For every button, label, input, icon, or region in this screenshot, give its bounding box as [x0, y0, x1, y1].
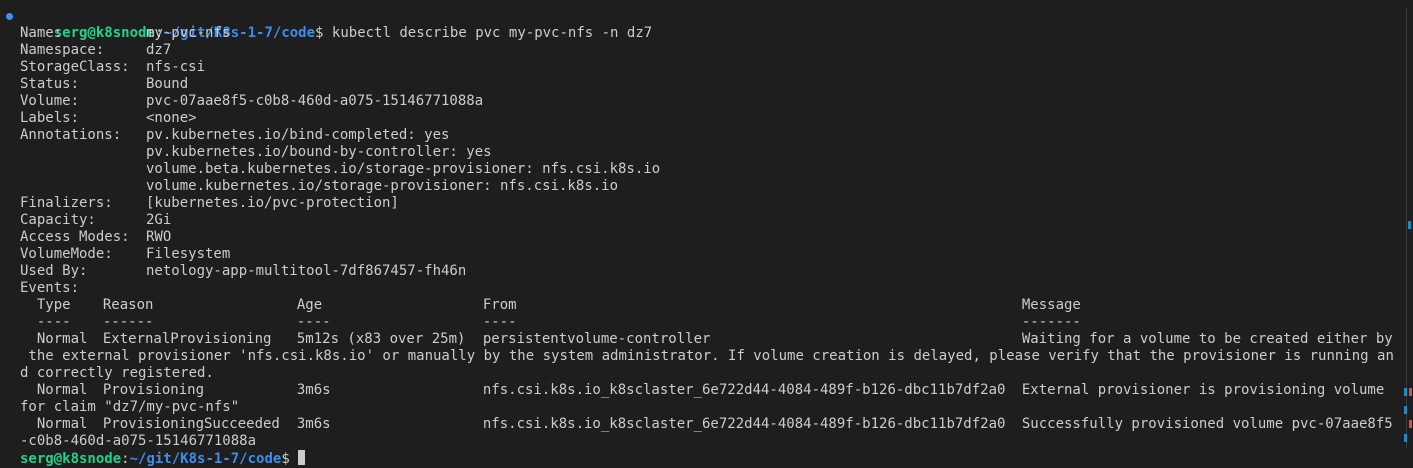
event-row: Normal Provisioning 3m6s nfs.csi.k8s.io_k8s…	[0, 382, 1398, 399]
events-dash-message: -------	[1021, 314, 1081, 330]
event-type: Normal	[36, 382, 88, 398]
events-dash-reason: ------	[102, 314, 154, 330]
field-value: netology-app-multitool-7df867457-fh46n	[146, 263, 467, 279]
describe-field-row: Name: my-pvc-nfs	[0, 25, 1398, 42]
event-message-continuation: for claim "dz7/my-pvc-nfs"	[20, 399, 240, 415]
events-table: Normal ExternalProvisioning 5m12s (x83 ove…	[0, 331, 1398, 450]
events-header-age: Age	[296, 297, 323, 313]
next-prompt-symbol: $	[281, 451, 290, 467]
describe-field-row: Namespace: dz7	[0, 42, 1398, 59]
field-value: Bound	[146, 76, 189, 92]
field-value: <none>	[146, 110, 197, 126]
describe-field-row: Events:	[0, 280, 1398, 297]
field-value: 2Gi	[146, 212, 172, 228]
describe-field-row: StorageClass: nfs-csi	[0, 59, 1398, 76]
scrollbar-track[interactable]	[1406, 8, 1407, 448]
describe-field-row: Capacity: 2Gi	[0, 212, 1398, 229]
describe-field-row: Volume: pvc-07aae8f5-c0b8-460d-a075-15146…	[0, 93, 1398, 110]
field-key: Namespace:	[20, 42, 105, 58]
event-row: Normal ExternalProvisioning 5m12s (x83 ove…	[0, 331, 1398, 348]
describe-field-row: Used By: netology-app-multitool-7df867457…	[0, 263, 1398, 280]
field-key: Status:	[20, 76, 80, 92]
field-value: volume.kubernetes.io/storage-provisioner…	[146, 178, 619, 194]
field-value: pv.kubernetes.io/bind-completed: yes	[146, 127, 450, 143]
field-key: Finalizers:	[20, 195, 113, 211]
field-value: volume.beta.kubernetes.io/storage-provis…	[146, 161, 661, 177]
describe-field-row: VolumeMode: Filesystem	[0, 246, 1398, 263]
event-from: nfs.csi.k8s.io_k8sclaster_6e722d44-4084-…	[482, 382, 1006, 398]
event-from: nfs.csi.k8s.io_k8sclaster_6e722d44-4084-…	[482, 416, 1006, 432]
event-reason: ExternalProvisioning	[102, 331, 272, 347]
events-dash-from: ----	[482, 314, 517, 330]
describe-field-row: volume.beta.kubernetes.io/storage-provis…	[0, 161, 1398, 178]
field-key: VolumeMode:	[20, 246, 113, 262]
event-message-continuation: -c0b8-460d-a075-15146771088a	[20, 433, 257, 449]
event-type: Normal	[36, 416, 88, 432]
command-line: serg@k8snode:~/git/K8s-1-7/code$ kubectl…	[0, 8, 1398, 41]
field-key: Annotations:	[20, 127, 122, 143]
field-key: Volume:	[20, 93, 80, 109]
event-age: 3m6s	[296, 416, 331, 432]
events-separator-row: ---- ------ ---- ---- -------	[0, 314, 1398, 331]
command-decoration-icon[interactable]	[6, 13, 13, 20]
describe-field-row: pv.kubernetes.io/bound-by-controller: ye…	[0, 144, 1398, 161]
event-type: Normal	[36, 331, 88, 347]
field-value: Filesystem	[146, 246, 231, 262]
next-prompt-path: ~/git/K8s-1-7/code	[129, 451, 282, 467]
field-value: [kubernetes.io/pvc-protection]	[146, 195, 399, 211]
event-message: External provisioner is provisioning vol…	[1021, 382, 1385, 398]
scroll-marker-command	[1408, 221, 1411, 229]
describe-field-row: Status: Bound	[0, 76, 1398, 93]
field-value: dz7	[146, 42, 172, 58]
event-message: Successfully provisioned volume pvc-07aa…	[1021, 416, 1393, 432]
describe-field-row: Access Modes: RWO	[0, 229, 1398, 246]
event-message-continuation: the external provisioner 'nfs.csi.k8s.io…	[20, 348, 1394, 364]
next-prompt-user-host: serg@k8snode	[20, 451, 122, 467]
field-value: pvc-07aae8f5-c0b8-460d-a075-15146771088a	[146, 93, 484, 109]
scroll-marker-info-2	[1404, 406, 1407, 414]
field-value: nfs-csi	[146, 59, 206, 75]
field-value: my-pvc-nfs	[146, 25, 231, 41]
describe-field-row: Labels: <none>	[0, 110, 1398, 127]
field-key: StorageClass:	[20, 59, 130, 75]
events-header-reason: Reason	[102, 297, 154, 313]
event-from: persistentvolume-controller	[482, 331, 711, 347]
field-value: RWO	[146, 229, 172, 245]
field-key: Labels:	[20, 110, 80, 126]
describe-fields: Name: my-pvc-nfs Namespace: dz7 StorageClass…	[0, 25, 1398, 297]
field-key: Capacity:	[20, 212, 96, 228]
events-header-row: Type Reason Age From Message	[0, 297, 1398, 314]
event-message: Waiting for a volume to be created eithe…	[1021, 331, 1393, 347]
events-dash-age: ----	[296, 314, 331, 330]
events-dash-type: ----	[36, 314, 71, 330]
field-key: Name:	[20, 25, 63, 41]
events-header-from: From	[482, 297, 517, 313]
field-key: Access Modes:	[20, 229, 130, 245]
scroll-marker-error-1	[1409, 388, 1412, 396]
field-key: Events:	[20, 280, 80, 296]
next-prompt-line: serg@k8snode:~/git/K8s-1-7/code$	[0, 450, 1398, 467]
event-age: 5m12s (x83 over 25m)	[296, 331, 466, 347]
field-key: Used By:	[20, 263, 88, 279]
event-reason: ProvisioningSucceeded	[102, 416, 280, 432]
scroll-marker-info-1	[1404, 388, 1407, 396]
describe-field-row: Finalizers: [kubernetes.io/pvc-protection…	[0, 195, 1398, 212]
describe-field-row: volume.kubernetes.io/storage-provisioner…	[0, 178, 1398, 195]
scroll-marker-info-3	[1404, 434, 1407, 442]
scroll-marker-error-2	[1409, 420, 1412, 428]
terminal-output[interactable]: serg@k8snode:~/git/K8s-1-7/code$ kubectl…	[0, 8, 1398, 467]
event-reason: Provisioning	[102, 382, 205, 398]
describe-field-row: Annotations: pv.kubernetes.io/bind-comple…	[0, 127, 1398, 144]
field-value: pv.kubernetes.io/bound-by-controller: ye…	[146, 144, 492, 160]
event-age: 3m6s	[296, 382, 331, 398]
event-message-continuation: d correctly registered.	[20, 365, 214, 381]
text-cursor	[298, 450, 306, 465]
events-header-message: Message	[1021, 297, 1081, 313]
event-row: Normal ProvisioningSucceeded 3m6s nfs.csi.k…	[0, 416, 1398, 433]
events-header-type: Type	[36, 297, 71, 313]
